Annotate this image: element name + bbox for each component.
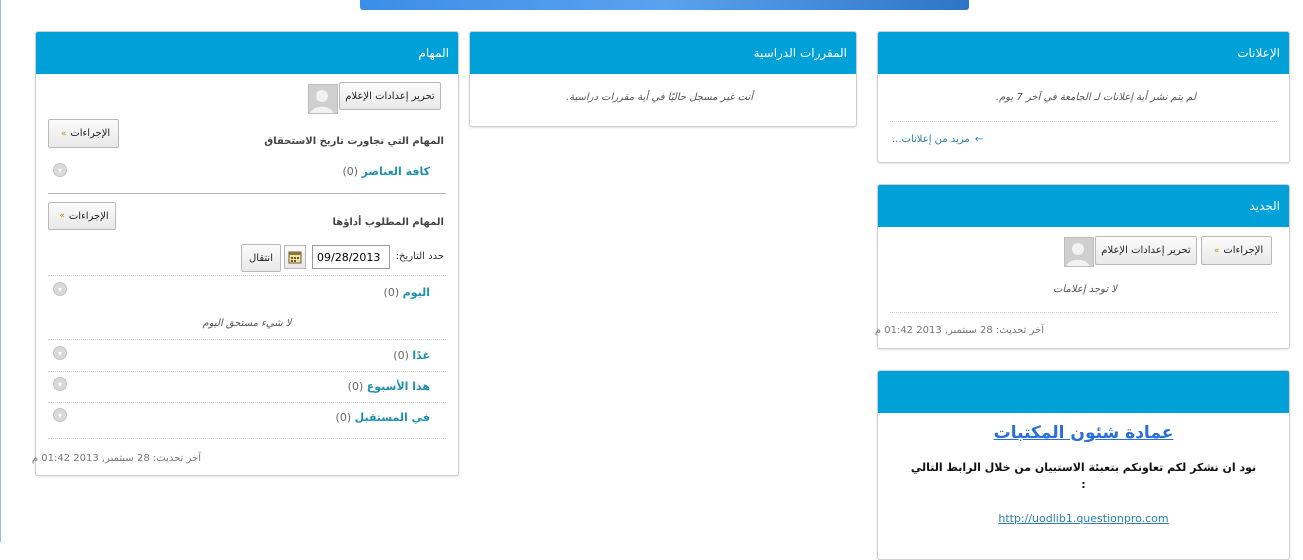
row-divider (890, 312, 1277, 313)
tasks-avatar-icon (308, 84, 338, 114)
row-divider (48, 275, 446, 276)
overdue-all-items-count: (0) (342, 165, 359, 178)
library-message: نود ان نشكر لكم تعاونكم بتعبئة الاستبيان… (910, 461, 1257, 474)
announcements-module: الإعلانات لم يتم نشر أية إعلانات لـ الجا… (877, 31, 1290, 163)
section-divider (48, 193, 446, 194)
whats-new-empty-message: لا توجد إعلامات (1053, 284, 1117, 295)
announcements-empty-message: لم يتم نشر أية إعلانات لـ الجامعة في آخر… (995, 92, 1196, 103)
row-divider (48, 438, 446, 439)
whats-new-module: الجديد الإجراءات » تحرير إعدادات الإعلام… (874, 184, 1290, 349)
due-heading: المهام المطلوب أداؤها (332, 217, 444, 228)
top-banner-image (360, 0, 969, 10)
chevron-double-down-icon: » (1213, 245, 1220, 256)
row-divider (48, 371, 446, 372)
library-message-colon: : (1081, 478, 1086, 491)
row-divider (48, 339, 446, 340)
courses-module-header: المقررات الدراسية (470, 32, 856, 74)
library-survey-url-link[interactable]: http://uodlib1.questionpro.com (878, 512, 1289, 525)
arrow-left-icon: ← (974, 134, 984, 145)
go-button[interactable]: انتقال (241, 244, 281, 272)
tasks-module-header: المهام (36, 32, 458, 74)
whats-new-avatar-icon (1064, 237, 1094, 267)
announcements-module-header: الإعلانات (878, 32, 1289, 74)
library-module: عمادة شئون المكتبات نود ان نشكر لكم تعاو… (877, 370, 1290, 560)
announcements-module-title: الإعلانات (1237, 46, 1280, 60)
whats-new-edit-notifications-button[interactable]: تحرير إعدادات الإعلام (1095, 236, 1197, 265)
courses-empty-message: أنت غير مسجل حاليًا في أية مقررات دراسية… (565, 92, 753, 103)
courses-module: المقررات الدراسية أنت غير مسجل حاليًا في… (469, 31, 857, 127)
row-divider (890, 121, 1277, 122)
today-expand-icon[interactable]: ▾ (53, 282, 67, 296)
this-week-expand-icon[interactable]: ▾ (53, 377, 67, 391)
overdue-all-items-label[interactable]: كافة العناصر (362, 165, 430, 178)
page-left-border (0, 0, 1, 542)
row-divider (48, 402, 446, 403)
whats-new-module-title: الجديد (1249, 199, 1280, 213)
tasks-module-title: المهام (418, 46, 449, 60)
due-row-this-week[interactable]: هذا الأسبوع (0) (348, 380, 430, 393)
due-date-input[interactable] (312, 245, 390, 269)
nothing-due-today-text: لا شيء مستحق اليوم (202, 318, 292, 329)
whats-new-last-updated: آخر تحديث: 28 سبتمبر, 2013 01:42 م (874, 325, 1044, 336)
whats-new-module-header: الجديد (878, 185, 1289, 227)
tasks-module: المهام تحرير إعدادات الإعلام الإجراءات »… (31, 31, 459, 476)
library-module-header (878, 371, 1289, 413)
chevron-double-down-icon: » (59, 211, 65, 221)
overdue-expand-icon[interactable]: ▾ (53, 163, 67, 177)
more-announcements-link[interactable]: ← مزيد من إعلانات... (892, 134, 983, 145)
due-row-today[interactable]: اليوم (0) (384, 286, 430, 299)
tomorrow-expand-icon[interactable]: ▾ (53, 346, 67, 360)
overdue-all-items-row[interactable]: كافة العناصر (0) (342, 165, 430, 178)
tasks-last-updated: آخر تحديث: 28 سبتمبر, 2013 01:42 م (31, 453, 201, 464)
due-actions-button[interactable]: الإجراءات » (48, 202, 116, 230)
overdue-actions-button[interactable]: الإجراءات » (48, 119, 119, 148)
library-title-link[interactable]: عمادة شئون المكتبات (878, 423, 1289, 443)
due-row-future[interactable]: في المستقبل (0) (336, 411, 430, 424)
select-date-label: حدد التاريخ: (395, 251, 444, 262)
due-row-tomorrow[interactable]: غدًا (0) (393, 349, 430, 362)
calendar-icon[interactable] (284, 245, 306, 269)
tasks-edit-notifications-button[interactable]: تحرير إعدادات الإعلام (339, 82, 441, 110)
future-expand-icon[interactable]: ▾ (53, 408, 67, 422)
chevron-double-down-icon: » (60, 128, 67, 139)
whats-new-actions-button[interactable]: الإجراءات » (1201, 236, 1272, 265)
overdue-heading: المهام التي تجاوزت تاريخ الاستحقاق (264, 136, 444, 147)
courses-module-title: المقررات الدراسية (753, 46, 847, 60)
